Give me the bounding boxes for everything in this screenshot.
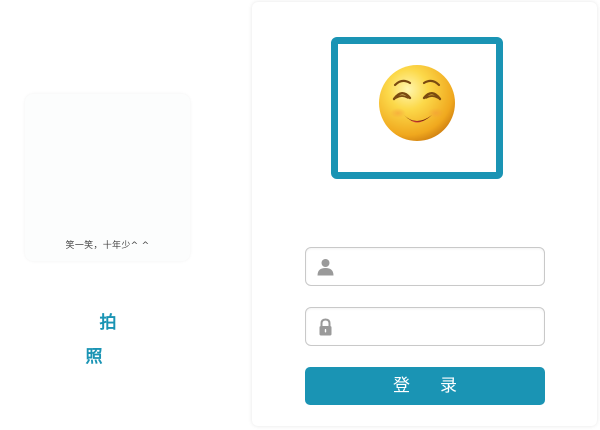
lock-icon <box>319 318 332 336</box>
password-input[interactable] <box>342 308 542 347</box>
username-field <box>305 247 545 287</box>
smiling-emoji-icon <box>379 65 455 141</box>
preview-caption: 笑一笑，十年少^ ^ <box>65 241 150 251</box>
password-field <box>305 307 545 347</box>
page: 笑一笑，十年少^ ^ 拍照 登录 <box>0 0 600 430</box>
username-input[interactable] <box>342 248 542 287</box>
login-button[interactable]: 登录 <box>305 367 545 405</box>
take-photo-button[interactable]: 拍照 <box>60 306 156 367</box>
login-panel: 登录 <box>252 2 597 426</box>
user-icon <box>317 259 334 276</box>
camera-preview: 笑一笑，十年少^ ^ <box>25 94 190 261</box>
avatar-frame <box>331 37 503 179</box>
